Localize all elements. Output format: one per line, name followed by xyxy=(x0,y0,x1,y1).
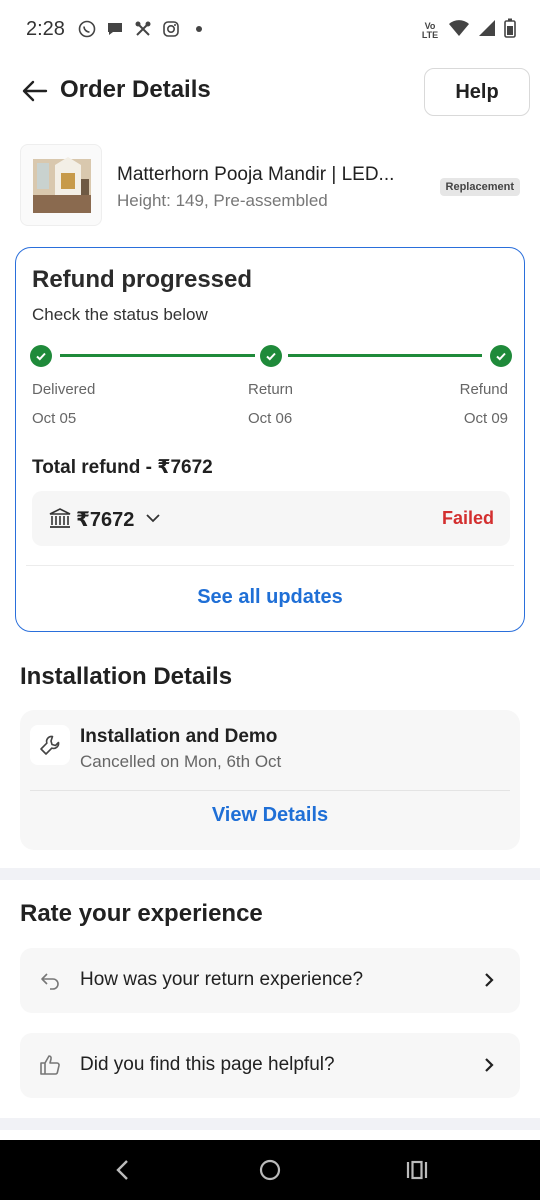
refund-subtitle: Check the status below xyxy=(32,305,208,324)
rate-return-experience-item[interactable]: How was your return experience? xyxy=(20,948,520,1013)
notification-icons xyxy=(78,20,208,38)
divider xyxy=(26,565,514,566)
section-separator xyxy=(0,1118,540,1130)
check-icon xyxy=(30,345,52,367)
rate-item-label: How was your return experience? xyxy=(80,969,364,990)
refund-amount-row[interactable]: ₹7672 Failed xyxy=(32,491,510,546)
refund-failed-status: Failed xyxy=(441,508,494,528)
check-icon xyxy=(260,345,282,367)
volte-icon: Vo LTE xyxy=(421,20,439,40)
product-title: Matterhorn Pooja Mandir | LED... xyxy=(117,164,395,185)
installation-section-title: Installation Details xyxy=(20,663,233,690)
home-nav-icon[interactable] xyxy=(257,1157,283,1183)
wrench-icon xyxy=(30,725,70,765)
installation-card: Installation and Demo Cancelled on Mon, … xyxy=(20,710,520,850)
whatsapp-icon xyxy=(78,20,96,38)
step-date-refund: Oct 09 xyxy=(463,410,508,427)
step-date-return: Oct 06 xyxy=(248,410,293,427)
battery-icon xyxy=(504,18,516,43)
chevron-right-icon xyxy=(485,1058,494,1072)
refund-amount: ₹7672 xyxy=(76,509,135,531)
step-label-refund: Refund xyxy=(459,381,508,398)
refund-title: Refund progressed xyxy=(32,266,253,293)
step-label-return: Return xyxy=(248,381,294,398)
view-details-link[interactable]: View Details xyxy=(20,804,520,827)
back-nav-icon[interactable] xyxy=(110,1157,136,1183)
section-separator xyxy=(0,868,540,880)
progress-line xyxy=(60,354,255,357)
help-button[interactable]: Help xyxy=(424,68,530,116)
bank-icon xyxy=(49,508,71,528)
replacement-badge: Replacement xyxy=(439,178,520,196)
signal-icon xyxy=(478,19,496,42)
dot-icon xyxy=(190,20,208,38)
refund-status-card: Refund progressed Check the status below… xyxy=(15,247,525,632)
refund-progress-tracker xyxy=(30,345,512,367)
product-thumbnail xyxy=(20,144,102,226)
divider xyxy=(30,790,510,791)
chat-icon xyxy=(106,20,124,38)
product-summary[interactable]: Matterhorn Pooja Mandir | LED... Height:… xyxy=(20,144,520,228)
chevron-right-icon xyxy=(485,973,494,987)
status-bar: 2:28 Vo LTE xyxy=(0,0,540,60)
system-nav-bar xyxy=(0,1140,540,1200)
recents-nav-icon[interactable] xyxy=(404,1157,430,1183)
installation-name: Installation and Demo xyxy=(80,726,278,747)
check-icon xyxy=(490,345,512,367)
see-all-updates-link[interactable]: See all updates xyxy=(16,586,524,609)
instagram-icon xyxy=(162,20,180,38)
system-icons: Vo LTE xyxy=(420,18,516,43)
back-button[interactable] xyxy=(20,76,50,106)
step-date-delivered: Oct 05 xyxy=(32,410,77,427)
progress-line xyxy=(288,354,482,357)
page-title: Order Details xyxy=(60,76,211,103)
return-arrow-icon xyxy=(41,973,59,990)
wifi-icon xyxy=(448,19,470,42)
arrow-left-icon xyxy=(22,80,48,102)
rate-page-helpful-item[interactable]: Did you find this page helpful? xyxy=(20,1033,520,1098)
product-variant: Height: 149, Pre-assembled xyxy=(117,191,328,210)
rate-section-title: Rate your experience xyxy=(20,900,263,927)
chevron-down-icon[interactable] xyxy=(144,509,162,527)
app-header: Order Details Help xyxy=(0,60,540,124)
tool-icon xyxy=(134,20,152,38)
step-label-delivered: Delivered xyxy=(32,381,96,398)
total-refund-label: Total refund - ₹7672 xyxy=(32,457,213,478)
installation-status: Cancelled on Mon, 6th Oct xyxy=(80,752,282,771)
status-time: 2:28 xyxy=(26,18,65,40)
thumbs-up-icon xyxy=(40,1055,60,1075)
rate-item-label: Did you find this page helpful? xyxy=(80,1054,335,1075)
